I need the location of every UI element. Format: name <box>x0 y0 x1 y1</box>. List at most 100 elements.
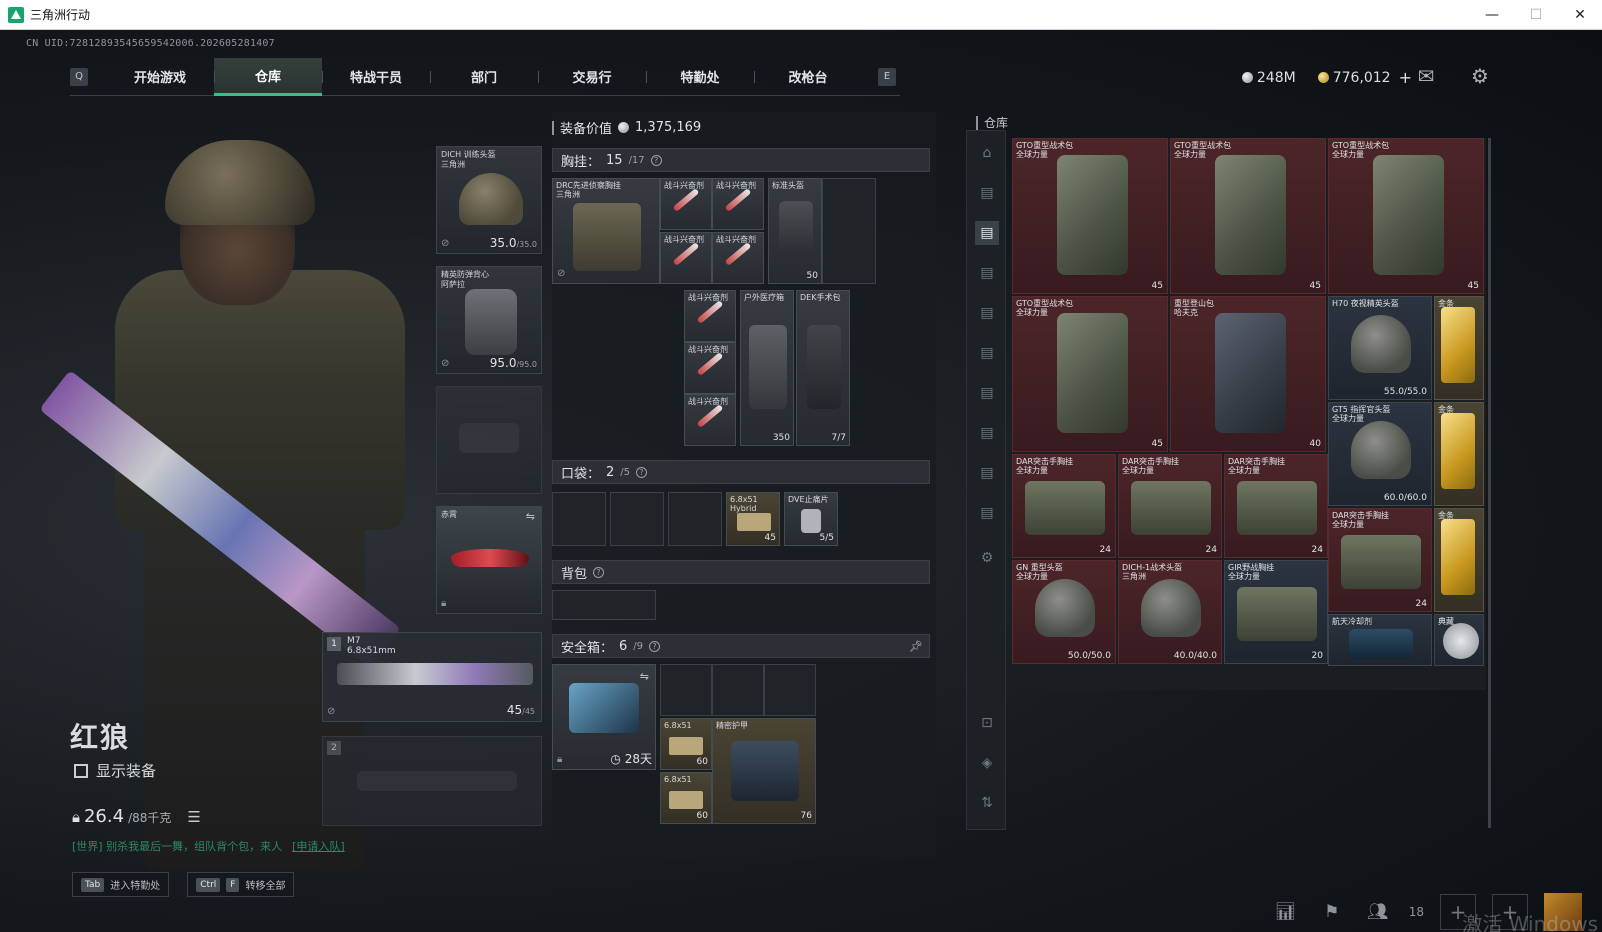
nav-tab[interactable]: 交易行 <box>538 58 646 96</box>
swap-icon[interactable]: ⇋ <box>640 670 649 683</box>
enter-special-ops-button[interactable]: Tab 进入特勤处 <box>72 872 170 897</box>
nav-next-key[interactable]: E <box>878 67 896 86</box>
warehouse-item[interactable]: DAR突击手胸挂 全球力量 24 <box>1224 454 1328 558</box>
pocket-empty-cell[interactable] <box>668 492 722 546</box>
safe-item[interactable]: 精密护甲 76 <box>712 718 816 824</box>
chest-item[interactable]: 战斗兴奋剂 <box>660 178 712 230</box>
warehouse-item[interactable]: 金条 <box>1434 296 1484 400</box>
safe-empty-cell[interactable] <box>764 664 816 716</box>
primary-weapon-slot[interactable]: 1 M7 6.8x51mm ⊘ 45/45 <box>322 632 542 722</box>
chest-item[interactable]: DEK手术包 7/7 <box>796 290 850 446</box>
warehouse-item[interactable]: DAR突击手胸挂 全球力量 24 <box>1118 454 1222 558</box>
nav-tab[interactable]: 特战干员 <box>322 58 430 96</box>
backpack-empty-slot[interactable] <box>552 590 656 620</box>
nav-tab[interactable]: 仓库 <box>214 57 322 96</box>
warehouse-item[interactable]: GTO重型战术包 全球力量 45 <box>1170 138 1326 294</box>
chest-item[interactable]: 战斗兴奋剂 <box>712 232 764 284</box>
pocket-item[interactable]: DVE止痛片 5/5 <box>784 492 838 546</box>
flag-icon[interactable]: ⚑ <box>1317 897 1347 927</box>
safe-empty-cell[interactable] <box>712 664 764 716</box>
pocket-item[interactable]: 6.8x51 Hybrid 45 <box>726 492 780 546</box>
warehouse-item[interactable]: GTO重型战术包 全球力量 45 <box>1012 296 1168 452</box>
pocket-empty-cell[interactable] <box>610 492 664 546</box>
nav-prev-key[interactable]: Q <box>70 67 88 86</box>
stats-chart-icon[interactable]: 📊︎ <box>1271 897 1301 927</box>
nav-tab[interactable]: 特勤处 <box>646 58 754 96</box>
warehouse-item[interactable]: 航天冷却剂 <box>1328 614 1432 666</box>
chest-item[interactable]: 战斗兴奋剂 <box>684 290 736 342</box>
help-icon[interactable]: ? <box>593 566 605 578</box>
safe-empty-cell[interactable] <box>660 664 712 716</box>
warehouse-tab-6-icon[interactable]: ▤ <box>975 381 999 405</box>
swap-icon[interactable]: ⇋ <box>526 510 535 523</box>
nav-tab[interactable]: 开始游戏 <box>106 58 214 96</box>
warehouse-tab-8-icon[interactable]: ▤ <box>975 461 999 485</box>
pin-icon[interactable]: 📌︎ <box>909 640 923 653</box>
melee-slot[interactable]: 赤霄 ⇋ 🔒︎ <box>436 506 542 614</box>
warehouse-item[interactable]: 重型登山包 哈夫克 40 <box>1170 296 1326 452</box>
chest-item[interactable]: 战斗兴奋剂 <box>684 394 736 446</box>
warehouse-item-count: 45 <box>1151 281 1163 291</box>
warehouse-settings-icon[interactable]: ⚙ <box>975 546 999 570</box>
chest-item[interactable]: 战斗兴奋剂 <box>712 178 764 230</box>
warehouse-item[interactable]: 典藏 <box>1434 614 1484 666</box>
warehouse-item[interactable]: DICH-1战术头盔 三角洲 40.0/40.0 <box>1118 560 1222 664</box>
warehouse-scrollbar[interactable] <box>1488 138 1491 828</box>
chest-item[interactable]: 户外医疗箱 350 <box>740 290 794 446</box>
warehouse-item[interactable]: DAR突击手胸挂 全球力量 24 <box>1328 508 1432 612</box>
helmet-image <box>1035 579 1095 637</box>
warehouse-tab-4-icon[interactable]: ▤ <box>975 301 999 325</box>
warehouse-item[interactable]: GIR野战胸挂 全球力量 20 <box>1224 560 1328 664</box>
apply-join-link[interactable]: [申请入队] <box>292 840 345 853</box>
warehouse-home-icon[interactable]: ⌂ <box>975 141 999 165</box>
warehouse-item[interactable]: DAR突击手胸挂 全球力量 24 <box>1012 454 1116 558</box>
warehouse-item[interactable]: GN 重型头盔 全球力量 50.0/50.0 <box>1012 560 1116 664</box>
chest-item-label: 户外医疗箱 <box>744 293 784 302</box>
warehouse-item[interactable]: GTO重型战术包 全球力量 45 <box>1328 138 1484 294</box>
add-currency-button[interactable]: + <box>1399 68 1412 87</box>
transfer-all-button[interactable]: Ctrl F 转移全部 <box>187 872 295 897</box>
pocket-empty-cell[interactable] <box>552 492 606 546</box>
warehouse-layers-icon[interactable]: ◈ <box>975 751 999 775</box>
help-icon[interactable]: ? <box>636 466 648 478</box>
chest-item[interactable]: 战斗兴奋剂 <box>684 342 736 394</box>
warehouse-item[interactable]: 金条 <box>1434 402 1484 506</box>
warehouse-item[interactable]: H70 夜视精英头盔 55.0/55.0 <box>1328 296 1432 400</box>
chest-empty-cell[interactable] <box>822 178 876 284</box>
minimize-button[interactable]: — <box>1470 0 1514 30</box>
warehouse-item[interactable]: 金条 <box>1434 508 1484 612</box>
show-gear-toggle[interactable]: 显示装备 <box>74 760 156 781</box>
close-button[interactable]: ✕ <box>1558 0 1602 30</box>
chest-item[interactable]: 标准头盔 50 <box>768 178 822 284</box>
list-icon[interactable]: ☰ <box>187 808 200 826</box>
game-viewport: CN UID:7281289354565954200б.202605281407… <box>0 30 1602 932</box>
helmet-slot[interactable]: DICH 训练头盔 三角洲 ⊘ 35.0/35.0 <box>436 146 542 254</box>
safe-item[interactable]: 6.8x51 60 <box>660 772 712 824</box>
show-gear-checkbox[interactable] <box>74 763 88 778</box>
warehouse-item[interactable]: GT5 指挥官头盔 全球力量 60.0/60.0 <box>1328 402 1432 506</box>
chest-item[interactable]: 战斗兴奋剂 <box>660 232 712 284</box>
nav-tab[interactable]: 部门 <box>430 58 538 96</box>
help-icon[interactable]: ? <box>649 640 661 652</box>
warehouse-tab-9-icon[interactable]: ▤ <box>975 501 999 525</box>
warehouse-tab-5-icon[interactable]: ▤ <box>975 341 999 365</box>
safe-box-slot[interactable]: ⇋ 🔒︎ ◷ 28天 <box>552 664 656 770</box>
warehouse-tab-7-icon[interactable]: ▤ <box>975 421 999 445</box>
friends-icon[interactable]: 👥︎ <box>1363 897 1393 927</box>
warehouse-tab-1-icon[interactable]: ▤ <box>975 181 999 205</box>
safe-item[interactable]: 6.8x51 60 <box>660 718 712 770</box>
secondary-weapon-slot[interactable]: 2 <box>322 736 542 826</box>
mail-icon[interactable]: ✉ <box>1414 64 1438 88</box>
nav-tab[interactable]: 改枪台 <box>754 58 862 96</box>
maximize-button[interactable]: ☐ <box>1514 0 1558 30</box>
warehouse-tab-3-icon[interactable]: ▤ <box>975 261 999 285</box>
warehouse-tab-2-icon[interactable]: ▤ <box>975 221 999 245</box>
chest-rig-slot[interactable]: DRC先进侦察胸挂 三角洲 ⊘ <box>552 178 660 284</box>
warehouse-sort-icon[interactable]: ⇅ <box>975 791 999 815</box>
settings-gear-icon[interactable]: ⚙ <box>1468 64 1492 88</box>
armor-slot[interactable]: 精英防弹背心 阿萨拉 ⊘ 95.0/95.0 <box>436 266 542 374</box>
pistol-slot-empty[interactable] <box>436 386 542 494</box>
warehouse-filter-icon[interactable]: ⊡ <box>975 711 999 735</box>
help-icon[interactable]: ? <box>650 154 662 166</box>
warehouse-item[interactable]: GTO重型战术包 全球力量 45 <box>1012 138 1168 294</box>
